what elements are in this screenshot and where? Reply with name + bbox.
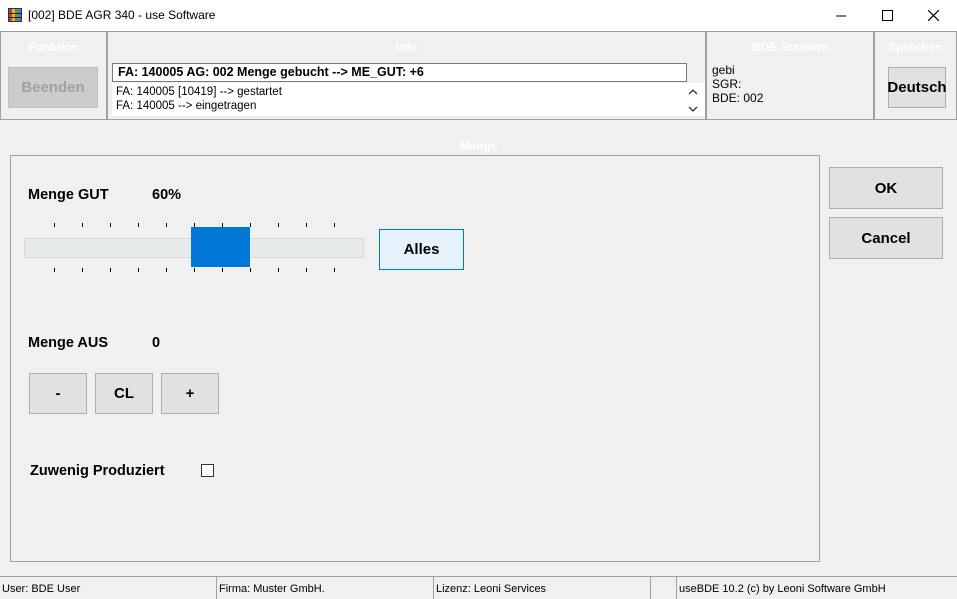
slider-tick [250,223,251,227]
status-lizenz: Lizenz: Leoni Services [433,576,650,599]
log-line: FA: 140005 --> eingetragen [116,100,257,112]
clear-button[interactable]: CL [95,373,153,414]
scroll-down-icon [688,106,698,112]
slider-tick [306,223,307,227]
cancel-button[interactable]: Cancel [829,217,943,259]
bde-sgr-line: SGR: [712,77,742,91]
panel-info: Info FA: 140005 AG: 002 Menge gebucht --… [107,31,706,120]
panel-funktion: Funktion Beenden [0,31,107,120]
menge-aus-value: 0 [152,335,161,351]
slider-tick [54,268,55,272]
section-title-menge: Menge [459,139,498,153]
panel-title-info: Info [395,40,418,54]
window-title: [002] BDE AGR 340 - use Software [28,8,216,22]
bde-station-info: gebi SGR: BDE: 002 [712,63,763,105]
menge-aus-label: Menge AUS [28,335,109,351]
bde-user-line: gebi [712,63,735,77]
slider-tick [138,268,139,272]
panel-bde-station: BDE Statinon gebi SGR: BDE: 002 [706,31,874,120]
slider-tick [278,223,279,227]
menge-gut-slider-thumb[interactable] [191,227,250,267]
slider-tick [334,223,335,227]
panel-title-funktion: Funktion [28,40,79,54]
close-button[interactable] [910,0,956,31]
plus-button[interactable]: + [161,373,219,414]
language-button[interactable]: Deutsch [887,67,947,108]
minus-button[interactable]: - [29,373,87,414]
slider-tick [250,268,251,272]
slider-tick [334,268,335,272]
menge-group [10,155,820,562]
app-icon [8,8,22,22]
close-icon [927,10,939,21]
beenden-button[interactable]: Beenden [8,67,98,108]
slider-tick [166,268,167,272]
slider-tick [82,223,83,227]
status-empty [650,576,676,599]
menge-gut-label: Menge GUT [28,187,109,203]
slider-tick [166,223,167,227]
maximize-icon [881,10,893,21]
menge-gut-value: 60% [152,187,182,203]
status-user: User: BDE User [0,576,216,599]
slider-tick [82,268,83,272]
ok-button[interactable]: OK [829,167,943,209]
log-scrollbar[interactable] [686,85,700,117]
minimize-button[interactable] [818,0,864,31]
scroll-up-icon [688,89,698,95]
slider-tick [54,223,55,227]
slider-tick [110,223,111,227]
status-copyright: useBDE 10.2 (c) by Leoni Software GmbH [676,576,957,599]
maximize-button[interactable] [864,0,910,31]
slider-tick [278,268,279,272]
panel-title-sprachen: Sprachen [888,40,943,54]
alles-button[interactable]: Alles [379,229,464,270]
current-message: FA: 140005 AG: 002 Menge gebucht --> ME_… [112,63,687,82]
panel-title-bde-station: BDE Statinon [751,40,829,54]
status-firma: Firma: Muster GmbH. [216,576,433,599]
zuwenig-label: Zuwenig Produziert [30,463,165,479]
bde-id-line: BDE: 002 [712,91,764,105]
slider-tick [222,268,223,272]
panel-sprachen: Sprachen Deutsch [874,31,957,120]
slider-tick [138,223,139,227]
slider-tick [306,268,307,272]
log-line: FA: 140005 [10419] --> gestartet [116,86,282,98]
zuwenig-checkbox[interactable] [201,464,214,477]
slider-tick [194,268,195,272]
info-log[interactable]: FA: 140005 [10419] --> gestartet FA: 140… [112,83,705,116]
slider-tick [110,268,111,272]
minimize-icon [836,15,846,16]
